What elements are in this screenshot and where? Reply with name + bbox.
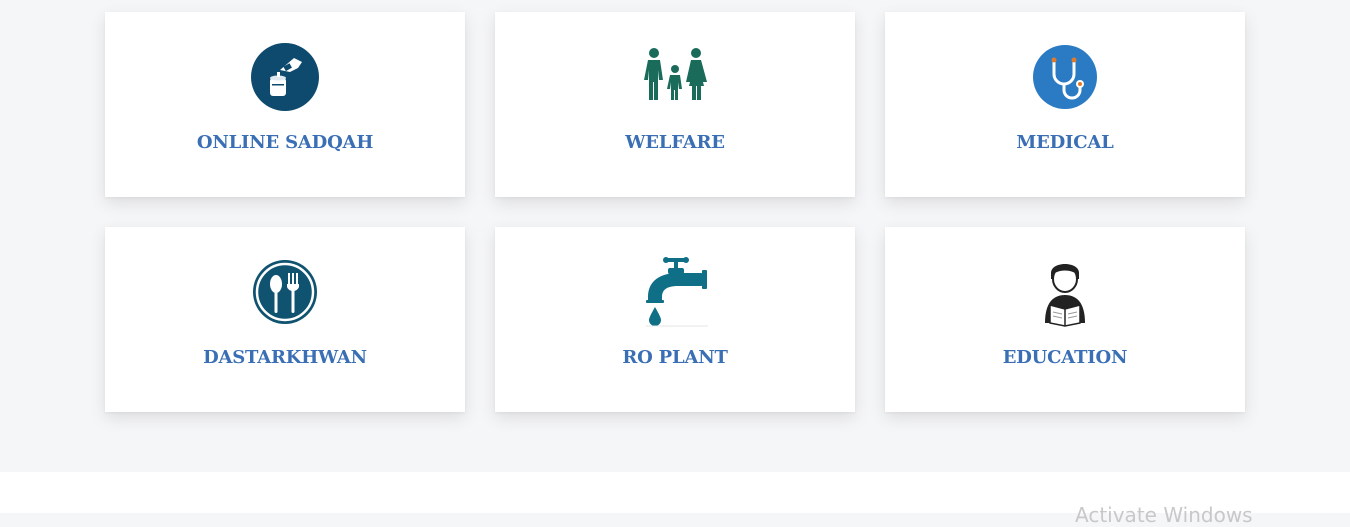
card-dastarkhwan[interactable]: DASTARKHWAN <box>105 227 465 412</box>
card-medical[interactable]: MEDICAL <box>885 12 1245 197</box>
card-label: EDUCATION <box>1002 347 1128 368</box>
family-icon <box>640 42 710 112</box>
card-welfare[interactable]: WELFARE <box>495 12 855 197</box>
card-label: MEDICAL <box>1016 132 1114 153</box>
card-ro-plant[interactable]: RO PLANT <box>495 227 855 412</box>
card-label: DASTARKHWAN <box>203 347 367 368</box>
stethoscope-icon <box>1030 42 1100 112</box>
card-education[interactable]: EDUCATION <box>885 227 1245 412</box>
activate-windows-watermark: Activate Windows <box>1075 503 1253 527</box>
card-label: ONLINE SADQAH <box>196 132 374 153</box>
card-label: WELFARE <box>625 132 725 153</box>
card-label: RO PLANT <box>622 347 728 368</box>
card-online-sadqah[interactable]: ONLINE SADQAH <box>105 12 465 197</box>
services-section: ONLINE SADQAH WELFARE MEDICAL DASTARKHWA… <box>0 0 1350 472</box>
water-tap-icon <box>640 257 710 327</box>
spoon-fork-icon <box>250 257 320 327</box>
donation-icon <box>250 42 320 112</box>
student-reading-icon <box>1030 257 1100 327</box>
